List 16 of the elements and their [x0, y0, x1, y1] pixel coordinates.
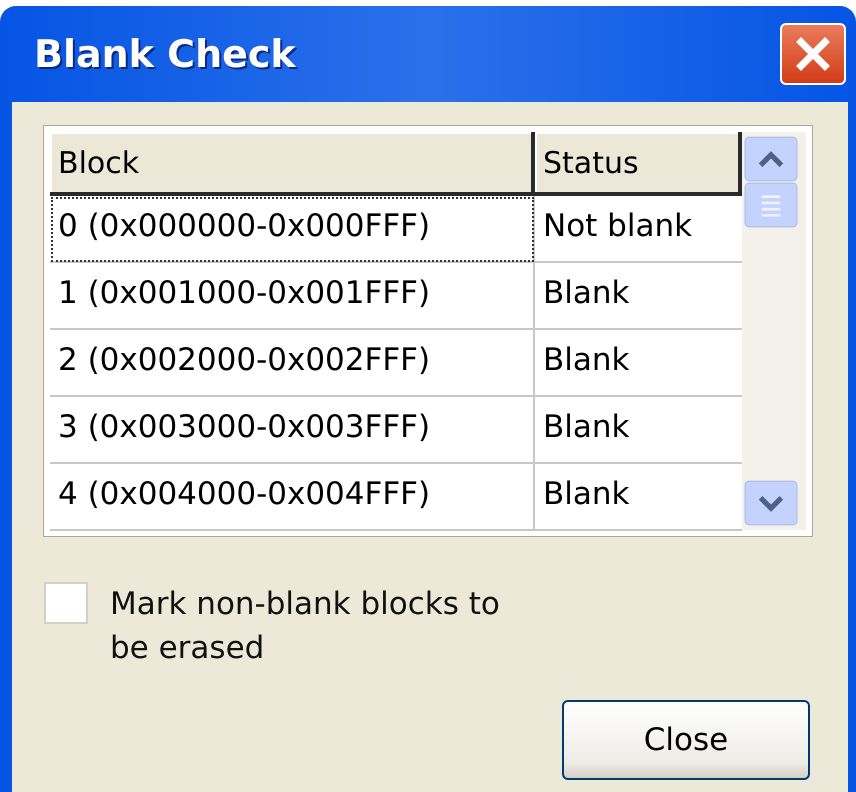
table-cell: 4 (0x004000-0x004FFF)	[50, 464, 535, 531]
table-cell: 0 (0x000000-0x000FFF)	[50, 196, 535, 263]
column-header[interactable]: Status	[535, 132, 742, 196]
table-cell: 2 (0x002000-0x002FFF)	[50, 330, 535, 397]
column-header[interactable]: Block	[50, 132, 535, 196]
scroll-thumb[interactable]	[744, 182, 798, 228]
checkbox[interactable]	[44, 582, 88, 624]
scroll-down-icon[interactable]	[744, 480, 798, 526]
checkbox-label[interactable]: Mark non-blank blocks to be erased	[110, 582, 530, 670]
scrollbar[interactable]	[742, 132, 806, 530]
table-cell: 1 (0x001000-0x001FFF)	[50, 263, 535, 330]
close-button[interactable]	[780, 23, 846, 85]
close-button[interactable]: Close	[562, 700, 810, 780]
scroll-up-icon[interactable]	[744, 136, 798, 182]
table-cell: 3 (0x003000-0x003FFF)	[50, 397, 535, 464]
window-title: Blank Check	[34, 32, 296, 76]
